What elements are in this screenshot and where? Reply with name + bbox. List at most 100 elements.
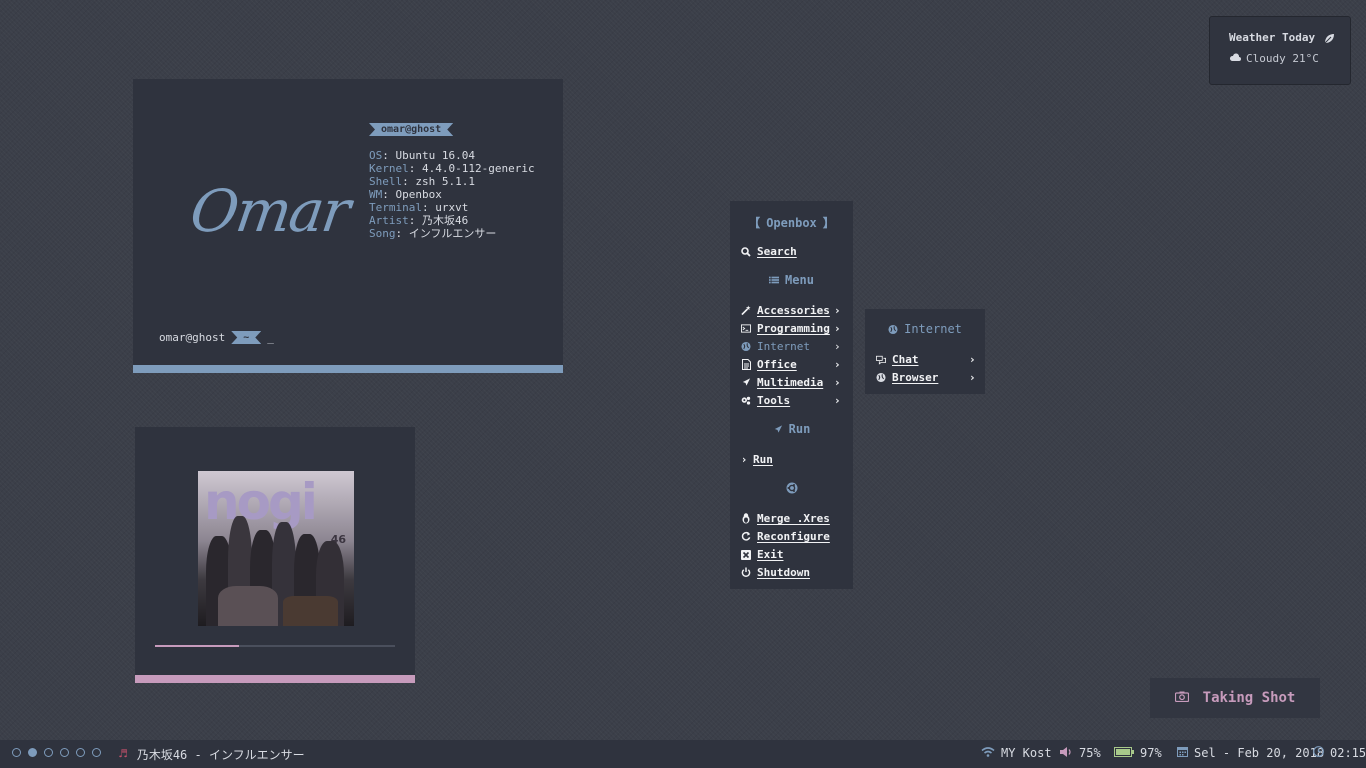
wifi-icon — [981, 746, 995, 760]
menu-item-search[interactable]: Search — [741, 245, 797, 258]
time-value: 02:15 — [1330, 746, 1366, 760]
terminal-icon — [741, 324, 751, 334]
menu-item-exit[interactable]: Exit — [741, 548, 784, 561]
chat-icon — [876, 355, 886, 365]
clock-status[interactable]: 02:15 — [1313, 746, 1366, 760]
system-info-key: OS — [369, 149, 383, 162]
wifi-status[interactable]: MY Kost — [981, 746, 1052, 760]
workspace-1[interactable] — [12, 748, 21, 757]
prompt-user: omar@ghost — [159, 331, 226, 344]
weather-title: Weather Today — [1229, 31, 1316, 44]
menu-item-internet[interactable]: Internet › — [741, 340, 841, 353]
system-section-header — [730, 482, 853, 497]
submenu-item-label: Browser — [892, 371, 939, 384]
system-info-value: 4.4.0-112-generic — [422, 162, 535, 175]
document-icon — [741, 359, 751, 370]
workspace-4[interactable] — [60, 748, 69, 757]
terminal-window[interactable]: Omar omar@ghost OS: Ubuntu 16.04 Kernel: … — [133, 79, 563, 373]
search-icon — [741, 246, 751, 257]
menu-item-multimedia[interactable]: Multimedia › — [741, 376, 841, 389]
chevron-right-icon: › — [969, 371, 976, 384]
music-accent-bar — [135, 675, 415, 683]
prompt-dir-tag: ~ — [231, 331, 261, 344]
system-info-key: WM — [369, 188, 383, 201]
list-icon — [769, 275, 780, 285]
omar-logo: Omar — [186, 177, 353, 245]
menu-item-tools[interactable]: Tools › — [741, 394, 841, 407]
menu-item-shutdown[interactable]: Shutdown — [741, 566, 810, 579]
weather-condition: Cloudy 21°C — [1229, 52, 1319, 65]
track-progress-fill — [155, 645, 239, 647]
chevron-right-icon: › — [740, 453, 748, 466]
menu-item-label: Office — [757, 358, 797, 371]
wand-icon — [741, 305, 751, 316]
cloud-icon — [1229, 52, 1241, 65]
gears-icon — [741, 396, 751, 406]
taskbar: ♬ 乃木坂46 - インフルエンサー MY Kost 75% 97% Sel -… — [0, 740, 1366, 768]
system-info-key: Terminal — [369, 201, 422, 214]
workspace-5[interactable] — [76, 748, 85, 757]
track-progress[interactable] — [155, 645, 395, 647]
camera-icon — [1174, 690, 1189, 706]
rocket-icon — [741, 378, 751, 388]
run-section-label: Run — [788, 422, 811, 436]
submenu-item-browser[interactable]: Browser › — [876, 371, 976, 384]
chevron-right-icon: › — [834, 394, 841, 407]
menu-item-label: Exit — [757, 548, 784, 561]
system-info-value: Openbox — [395, 188, 442, 201]
globe-icon — [741, 341, 751, 352]
menu-item-run[interactable]: › Run — [741, 453, 773, 466]
leaf-icon — [1323, 30, 1335, 49]
openbox-menu: 【Openbox】 Search Menu Accessories › Progra… — [730, 201, 853, 589]
album-cover[interactable]: nogi 46 — [198, 471, 354, 626]
system-info-value: urxvt — [435, 201, 469, 214]
close-icon — [741, 549, 751, 560]
chevron-right-icon: › — [834, 358, 841, 371]
menu-item-programming[interactable]: Programming › — [741, 322, 841, 335]
menu-item-label: Multimedia — [757, 376, 824, 389]
menu-item-reconfigure[interactable]: Reconfigure — [741, 530, 830, 543]
now-playing[interactable]: ♬ 乃木坂46 - インフルエンサー — [119, 746, 305, 763]
menu-section-label: Menu — [785, 273, 814, 287]
run-section-header: Run — [730, 422, 853, 436]
menu-item-label: Merge .Xres — [757, 512, 830, 525]
now-playing-text: 乃木坂46 - インフルエンサー — [136, 748, 305, 762]
submenu-header-label: Internet — [904, 322, 962, 336]
chevron-right-icon: › — [834, 304, 841, 317]
menu-item-label: Tools — [757, 394, 791, 407]
date-status[interactable]: Sel - Feb 20, 2018 — [1177, 746, 1324, 760]
clock-icon — [1313, 746, 1324, 760]
menu-section-header: Menu — [730, 273, 853, 287]
volume-status[interactable]: 75% — [1060, 746, 1101, 760]
workspace-3[interactable] — [44, 748, 53, 757]
music-player: nogi 46 — [135, 427, 415, 683]
system-info-line: WM: Openbox — [369, 188, 442, 201]
power-icon — [741, 567, 751, 578]
calendar-icon — [1177, 746, 1188, 760]
system-info: OS: Ubuntu 16.04 Kernel: 4.4.0-112-generi… — [369, 149, 535, 240]
submenu-item-label: Chat — [892, 353, 919, 366]
volume-icon — [1060, 746, 1073, 760]
menu-item-office[interactable]: Office › — [741, 358, 841, 371]
volume-value: 75% — [1079, 746, 1101, 760]
menu-item-accessories[interactable]: Accessories › — [741, 304, 841, 317]
openbox-header: 【Openbox】 — [748, 215, 835, 231]
terminal-accent-bar — [133, 365, 563, 373]
shell-prompt[interactable]: omar@ghost ~ _ — [159, 331, 274, 344]
wifi-name: MY Kost — [1001, 746, 1052, 760]
menu-item-merge-xres[interactable]: Merge .Xres — [741, 512, 830, 525]
album-cover-title: nogi — [204, 473, 318, 531]
screenshot-notification: Taking Shot — [1150, 678, 1320, 718]
menu-item-label: Shutdown — [757, 566, 810, 579]
menu-item-label: Programming — [757, 322, 830, 335]
submenu-item-chat[interactable]: Chat › — [876, 353, 976, 366]
system-info-line: Kernel: 4.4.0-112-generic — [369, 162, 535, 175]
menu-item-search-label: Search — [757, 245, 797, 258]
workspace-6[interactable] — [92, 748, 101, 757]
system-info-line: OS: Ubuntu 16.04 — [369, 149, 475, 162]
battery-value: 97% — [1140, 746, 1162, 760]
screenshot-label: Taking Shot — [1202, 690, 1296, 706]
chevron-right-icon: › — [834, 376, 841, 389]
menu-item-label: Reconfigure — [757, 530, 830, 543]
workspace-2[interactable] — [28, 748, 37, 757]
